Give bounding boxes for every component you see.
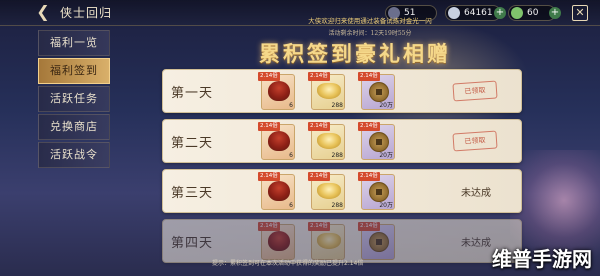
reward-item-coin[interactable]: 2.14倍 20万 bbox=[358, 72, 395, 110]
reward-qty: 20万 bbox=[379, 202, 393, 209]
multiplier-tag: 2.14倍 bbox=[308, 222, 330, 231]
reward-item-coin[interactable]: 2.14倍 20万 bbox=[358, 172, 395, 210]
day-label: 第一天 bbox=[171, 86, 214, 101]
claimed-stamp: 已领取 bbox=[452, 130, 498, 152]
reward-item-bowl[interactable]: 2.14倍 6 bbox=[258, 172, 295, 210]
day-label: 第三天 bbox=[171, 186, 214, 201]
reward-item-ingot[interactable]: 2.14倍 288 bbox=[308, 122, 345, 160]
multiplier-tag: 2.14倍 bbox=[308, 122, 330, 131]
reward-item-coin[interactable]: 2.14倍 bbox=[358, 222, 395, 260]
multiplier-tag: 2.14倍 bbox=[258, 122, 280, 131]
currency-jade: 60 + bbox=[508, 5, 561, 21]
day-label: 第二天 bbox=[171, 136, 214, 151]
sidebar: 福利一览 福利签到 活跃任务 兑换商店 活跃战令 bbox=[38, 30, 110, 170]
gold-ingot-icon bbox=[317, 133, 341, 149]
back-arrow-icon[interactable]: ❮ bbox=[34, 3, 52, 21]
sidebar-item-welfare-overview[interactable]: 福利一览 bbox=[38, 30, 110, 56]
reward-item-ingot[interactable]: 2.14倍 288 bbox=[308, 172, 345, 210]
sidebar-item-exchange-shop[interactable]: 兑换商店 bbox=[38, 114, 110, 140]
day-label: 第四天 bbox=[171, 236, 214, 251]
sidebar-item-battle-pass[interactable]: 活跃战令 bbox=[38, 142, 110, 168]
multiplier-tag: 2.14倍 bbox=[258, 172, 280, 181]
gold-ingot-icon bbox=[317, 183, 341, 199]
add-jade-plus-icon[interactable]: + bbox=[549, 7, 561, 19]
reward-qty: 20万 bbox=[379, 102, 393, 109]
event-headline: 累积签到豪礼相赠 bbox=[259, 41, 451, 66]
multiplier-tag: 2.14倍 bbox=[358, 122, 380, 131]
food-bowl-icon bbox=[268, 81, 290, 101]
sidebar-item-active-tasks[interactable]: 活跃任务 bbox=[38, 86, 110, 112]
reward-item-ingot[interactable]: 2.14倍 bbox=[308, 222, 345, 260]
reward-item-ingot[interactable]: 2.14倍 288 bbox=[308, 72, 345, 110]
signin-row-day3: 第三天 2.14倍 6 2.14倍 288 2.14倍 20万 未达成 bbox=[162, 169, 522, 213]
signin-row-day1: 第一天 2.14倍 6 2.14倍 288 2.14倍 20万 已领取 bbox=[162, 69, 522, 113]
gold-ingot-icon bbox=[317, 233, 341, 249]
food-bowl-icon bbox=[268, 181, 290, 201]
reward-item-coin[interactable]: 2.14倍 20万 bbox=[358, 122, 395, 160]
status-not-reached: 未达成 bbox=[461, 188, 491, 199]
food-bowl-icon bbox=[268, 231, 290, 251]
multiplier-tag: 2.14倍 bbox=[358, 172, 380, 181]
add-silver-plus-icon[interactable]: + bbox=[494, 7, 506, 19]
reward-qty: 288 bbox=[331, 202, 343, 209]
reward-qty: 6 bbox=[289, 202, 293, 209]
tip-text: 提示：累积签到可在本次活动中获得的奖励已提升2.14倍 bbox=[212, 260, 364, 267]
claimed-stamp: 已领取 bbox=[452, 80, 498, 102]
reward-item-bowl[interactable]: 2.14倍 6 bbox=[258, 122, 295, 160]
reward-qty: 20万 bbox=[379, 152, 393, 159]
multiplier-tag: 2.14倍 bbox=[308, 72, 330, 81]
copper-coin-icon bbox=[369, 82, 389, 102]
currency-jade-value: 60 bbox=[527, 8, 539, 18]
site-watermark: 维普手游网 bbox=[492, 247, 592, 271]
reward-qty: 6 bbox=[289, 102, 293, 109]
reward-item-bowl[interactable]: 2.14倍 bbox=[258, 222, 295, 260]
multiplier-tag: 2.14倍 bbox=[258, 72, 280, 81]
multiplier-tag: 2.14倍 bbox=[358, 72, 380, 81]
screen-title: 侠士回归 bbox=[60, 6, 113, 20]
signin-row-day2: 第二天 2.14倍 6 2.14倍 288 2.14倍 20万 已领取 bbox=[162, 119, 522, 163]
sidebar-item-welfare-signin[interactable]: 福利签到 bbox=[38, 58, 110, 84]
event-note: 大侠欢迎归来使用通过装备试炼对金光一闪 bbox=[308, 17, 432, 25]
copper-coin-icon bbox=[369, 232, 389, 252]
jade-icon bbox=[511, 7, 523, 19]
reward-qty: 6 bbox=[289, 152, 293, 159]
copper-coin-icon bbox=[369, 132, 389, 152]
multiplier-tag: 2.14倍 bbox=[258, 222, 280, 231]
gold-ingot-icon bbox=[317, 83, 341, 99]
event-countdown: 活动剩余时间：12天19时55分 bbox=[328, 30, 412, 37]
food-bowl-icon bbox=[268, 131, 290, 151]
reward-qty: 288 bbox=[331, 152, 343, 159]
multiplier-tag: 2.14倍 bbox=[358, 222, 380, 231]
reward-item-bowl[interactable]: 2.14倍 6 bbox=[258, 72, 295, 110]
close-icon[interactable]: ✕ bbox=[572, 5, 588, 21]
multiplier-tag: 2.14倍 bbox=[308, 172, 330, 181]
reward-qty: 288 bbox=[331, 102, 343, 109]
copper-coin-icon bbox=[369, 182, 389, 202]
signin-row-day4: 第四天 2.14倍 2.14倍 2.14倍 未达成 bbox=[162, 219, 522, 263]
